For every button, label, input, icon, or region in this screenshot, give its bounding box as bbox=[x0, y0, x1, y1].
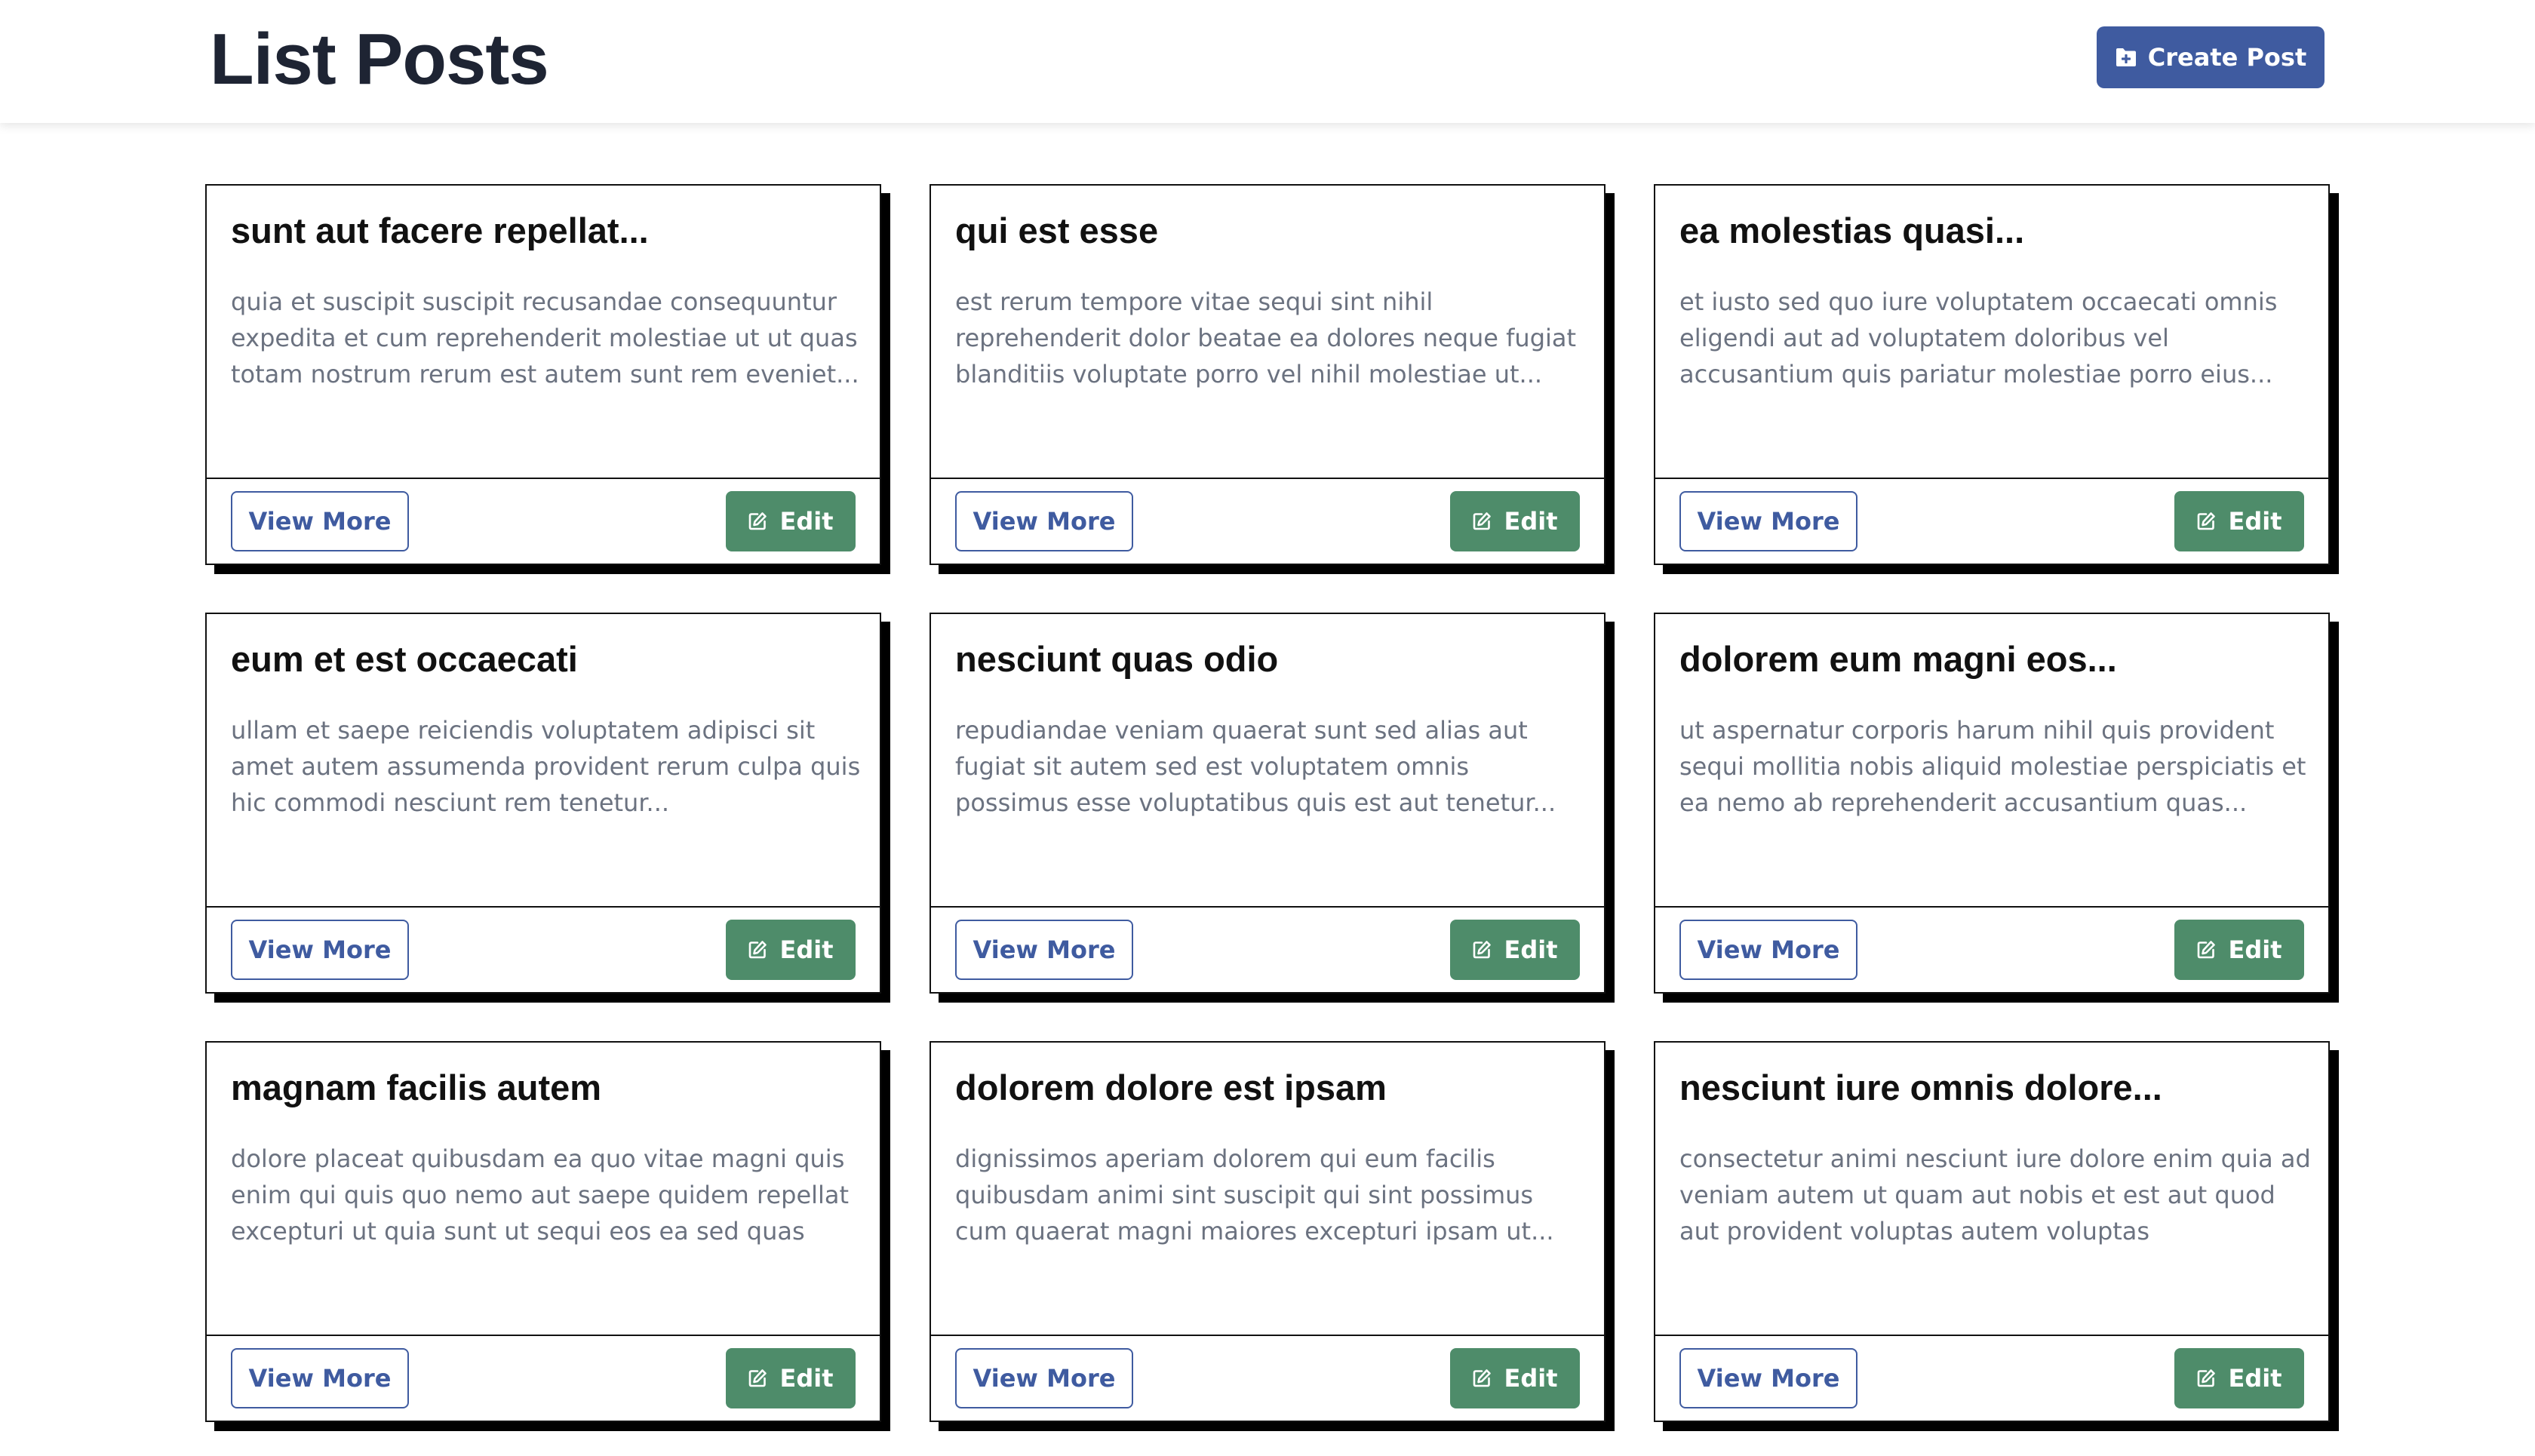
post-card: nesciunt quas odio repudiandae veniam qu… bbox=[930, 613, 1606, 994]
edit-icon bbox=[748, 1368, 767, 1388]
post-card: qui est esse est rerum tempore vitae seq… bbox=[930, 184, 1606, 565]
edit-icon bbox=[2196, 940, 2216, 960]
edit-button[interactable]: Edit bbox=[726, 491, 856, 551]
post-card-body: nesciunt quas odio repudiandae veniam qu… bbox=[955, 614, 1580, 906]
view-more-button[interactable]: View More bbox=[1679, 920, 1857, 980]
edit-label: Edit bbox=[779, 935, 834, 964]
view-more-button[interactable]: View More bbox=[955, 491, 1133, 551]
folder-plus-icon bbox=[2115, 48, 2137, 67]
edit-icon bbox=[2196, 511, 2216, 531]
page-header: List Posts Create Post bbox=[0, 0, 2535, 123]
post-title: sunt aut facere repellat... bbox=[231, 210, 649, 250]
edit-icon bbox=[748, 940, 767, 960]
post-card: nesciunt iure omnis dolore... consectetu… bbox=[1654, 1041, 2330, 1422]
edit-button[interactable]: Edit bbox=[2174, 1348, 2304, 1408]
edit-label: Edit bbox=[1504, 1364, 1558, 1393]
edit-label: Edit bbox=[2228, 1364, 2282, 1393]
post-card: sunt aut facere repellat... quia et susc… bbox=[205, 184, 881, 565]
edit-icon bbox=[1472, 511, 1492, 531]
post-excerpt: ullam et saepe reiciendis voluptatem adi… bbox=[231, 716, 861, 817]
post-card-footer: View More Edit bbox=[207, 1335, 880, 1422]
view-more-button[interactable]: View More bbox=[231, 1348, 409, 1408]
post-excerpt: et iusto sed quo iure voluptatem occaeca… bbox=[1679, 287, 2278, 389]
post-card-body: dolorem dolore est ipsam dignissimos ape… bbox=[955, 1043, 1580, 1335]
edit-button[interactable]: Edit bbox=[1450, 1348, 1580, 1408]
post-card: dolorem eum magni eos... ut aspernatur c… bbox=[1654, 613, 2330, 994]
edit-icon bbox=[2196, 1368, 2216, 1388]
post-card-body: sunt aut facere repellat... quia et susc… bbox=[231, 186, 859, 478]
post-card-body: dolorem eum magni eos... ut aspernatur c… bbox=[1679, 614, 2306, 906]
post-card-body: ea molestias quasi... et iusto sed quo i… bbox=[1679, 186, 2304, 478]
edit-icon bbox=[1472, 940, 1492, 960]
edit-label: Edit bbox=[779, 1364, 834, 1393]
post-excerpt: est rerum tempore vitae sequi sint nihil… bbox=[955, 287, 1577, 389]
edit-button[interactable]: Edit bbox=[1450, 920, 1580, 980]
post-title: dolorem eum magni eos... bbox=[1679, 639, 2117, 679]
post-card-footer: View More Edit bbox=[931, 1335, 1604, 1422]
edit-label: Edit bbox=[2228, 935, 2282, 964]
post-title: eum et est occaecati bbox=[231, 639, 578, 679]
edit-icon bbox=[748, 511, 767, 531]
post-card: dolorem dolore est ipsam dignissimos ape… bbox=[930, 1041, 1606, 1422]
post-title: dolorem dolore est ipsam bbox=[955, 1067, 1387, 1107]
post-excerpt: dolore placeat quibusdam ea quo vitae ma… bbox=[231, 1144, 850, 1246]
view-more-button[interactable]: View More bbox=[231, 920, 409, 980]
post-card-body: eum et est occaecati ullam et saepe reic… bbox=[231, 614, 860, 906]
edit-label: Edit bbox=[779, 507, 834, 536]
edit-label: Edit bbox=[2228, 507, 2282, 536]
post-card-footer: View More Edit bbox=[1655, 906, 2328, 994]
create-post-button[interactable]: Create Post bbox=[2097, 26, 2325, 88]
view-more-button[interactable]: View More bbox=[1679, 491, 1857, 551]
edit-button[interactable]: Edit bbox=[726, 920, 856, 980]
edit-button[interactable]: Edit bbox=[726, 1348, 856, 1408]
post-title: magnam facilis autem bbox=[231, 1067, 602, 1107]
edit-button[interactable]: Edit bbox=[2174, 920, 2304, 980]
post-card: eum et est occaecati ullam et saepe reic… bbox=[205, 613, 881, 994]
edit-button[interactable]: Edit bbox=[2174, 491, 2304, 551]
view-more-button[interactable]: View More bbox=[231, 491, 409, 551]
post-card-body: nesciunt iure omnis dolore... consectetu… bbox=[1679, 1043, 2311, 1335]
page-title: List Posts bbox=[210, 19, 549, 100]
post-excerpt: repudiandae veniam quaerat sunt sed alia… bbox=[955, 716, 1556, 817]
post-card-footer: View More Edit bbox=[931, 906, 1604, 994]
view-more-button[interactable]: View More bbox=[955, 1348, 1133, 1408]
post-excerpt: consectetur animi nesciunt iure dolore e… bbox=[1679, 1144, 2311, 1246]
post-card-footer: View More Edit bbox=[931, 478, 1604, 565]
post-excerpt: ut aspernatur corporis harum nihil quis … bbox=[1679, 716, 2306, 817]
view-more-button[interactable]: View More bbox=[1679, 1348, 1857, 1408]
post-excerpt: quia et suscipit suscipit recusandae con… bbox=[231, 287, 859, 389]
create-post-label: Create Post bbox=[2147, 43, 2307, 72]
post-title: nesciunt iure omnis dolore... bbox=[1679, 1067, 2162, 1107]
edit-label: Edit bbox=[1504, 507, 1558, 536]
post-title: qui est esse bbox=[955, 210, 1159, 250]
post-card-body: magnam facilis autem dolore placeat quib… bbox=[231, 1043, 856, 1335]
post-card-body: qui est esse est rerum tempore vitae seq… bbox=[955, 186, 1580, 478]
post-card-footer: View More Edit bbox=[207, 478, 880, 565]
post-excerpt: dignissimos aperiam dolorem qui eum faci… bbox=[955, 1144, 1554, 1246]
edit-icon bbox=[1472, 1368, 1492, 1388]
post-card: ea molestias quasi... et iusto sed quo i… bbox=[1654, 184, 2330, 565]
post-card: magnam facilis autem dolore placeat quib… bbox=[205, 1041, 881, 1422]
edit-button[interactable]: Edit bbox=[1450, 491, 1580, 551]
post-card-footer: View More Edit bbox=[207, 906, 880, 994]
view-more-button[interactable]: View More bbox=[955, 920, 1133, 980]
post-card-footer: View More Edit bbox=[1655, 1335, 2328, 1422]
post-card-footer: View More Edit bbox=[1655, 478, 2328, 565]
posts-grid: sunt aut facere repellat... quia et susc… bbox=[205, 184, 2340, 1422]
post-title: nesciunt quas odio bbox=[955, 639, 1279, 679]
edit-label: Edit bbox=[1504, 935, 1558, 964]
post-title: ea molestias quasi... bbox=[1679, 210, 2025, 250]
